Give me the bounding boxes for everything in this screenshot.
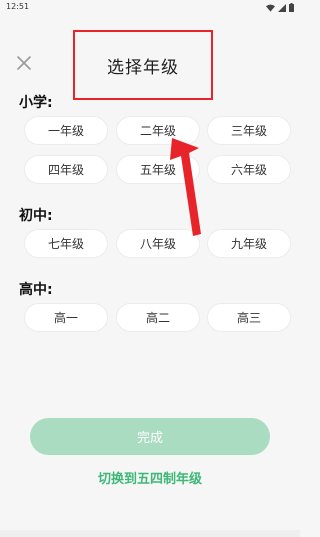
status-bar: 12:51: [0, 0, 300, 16]
title-highlight-box: 选择年级: [73, 30, 213, 100]
switch-grade-system-link[interactable]: 切换到五四制年级: [0, 468, 300, 487]
status-time: 12:51: [6, 2, 30, 11]
grade-button-12[interactable]: 高三: [207, 303, 291, 332]
done-button[interactable]: 完成: [30, 418, 270, 455]
section-label-primary: 小学:: [19, 95, 53, 111]
home-indicator-bar: [0, 530, 300, 537]
grade-button-3[interactable]: 三年级: [207, 116, 291, 145]
grade-button-6[interactable]: 六年级: [207, 155, 291, 184]
signal-icon: [278, 3, 286, 12]
page-title: 选择年级: [107, 57, 179, 78]
grade-button-1[interactable]: 一年级: [24, 116, 108, 145]
grade-button-2[interactable]: 二年级: [116, 116, 200, 145]
section-label-middle: 初中:: [19, 208, 53, 224]
battery-icon: [289, 3, 294, 12]
wifi-icon: [266, 4, 275, 12]
status-icons: [266, 3, 294, 12]
section-label-high: 高中:: [19, 282, 53, 298]
grade-button-10[interactable]: 高一: [24, 303, 108, 332]
grade-button-11[interactable]: 高二: [116, 303, 200, 332]
close-button[interactable]: [15, 54, 33, 72]
grade-button-8[interactable]: 八年级: [116, 229, 200, 258]
grade-button-7[interactable]: 七年级: [24, 229, 108, 258]
grade-button-9[interactable]: 九年级: [207, 229, 291, 258]
close-icon: [17, 56, 31, 70]
grade-button-4[interactable]: 四年级: [24, 155, 108, 184]
grade-button-5[interactable]: 五年级: [116, 155, 200, 184]
